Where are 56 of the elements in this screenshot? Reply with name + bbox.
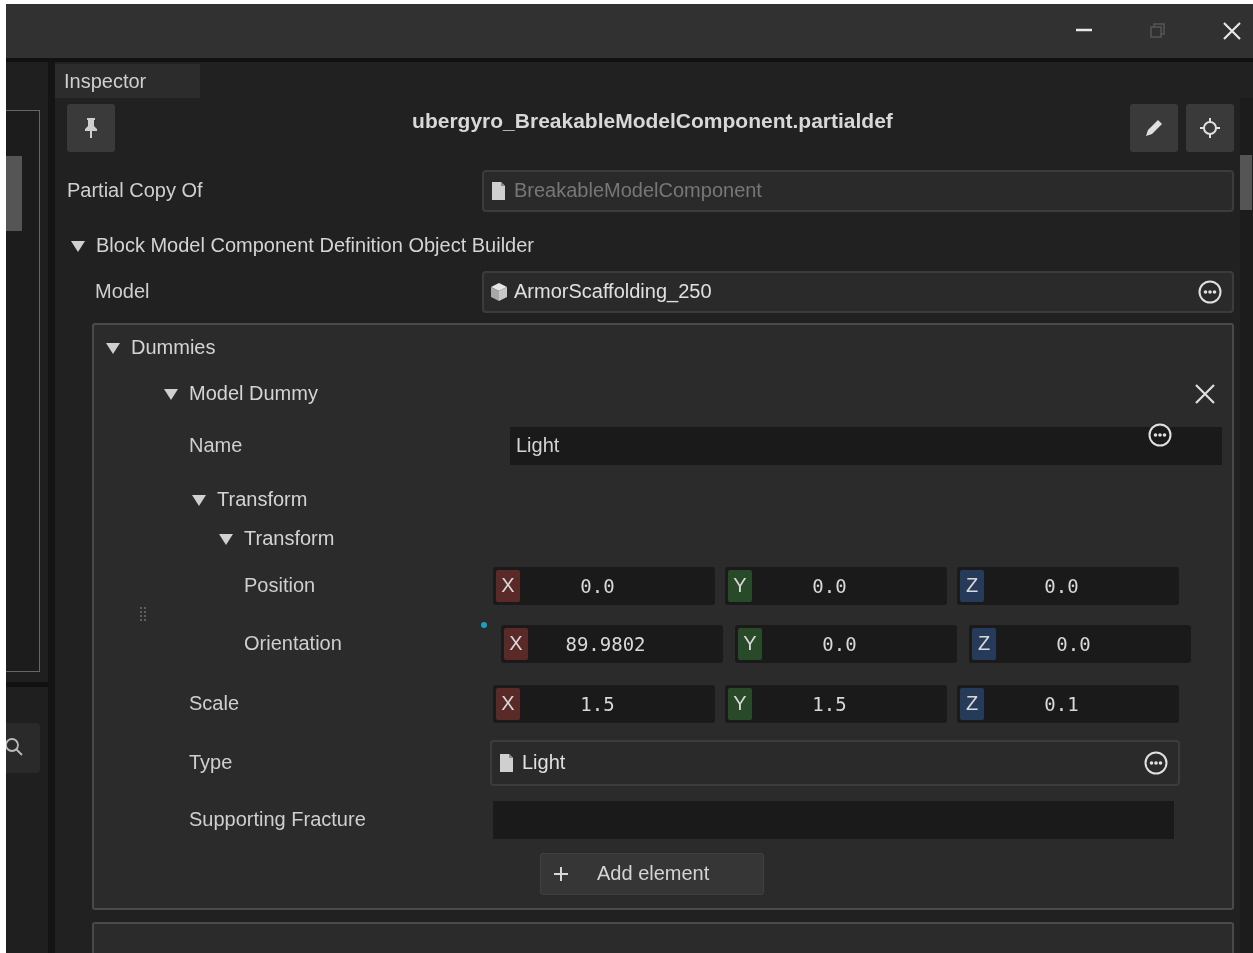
axis-label: X: [496, 687, 520, 720]
section-header: Transform: [217, 488, 308, 511]
close-icon[interactable]: [1221, 20, 1243, 42]
document-title: ubergyro_BreakableModelComponent.partialdef: [411, 108, 894, 133]
number-field[interactable]: Y 1.5: [725, 684, 947, 723]
axis-label: Y: [728, 569, 752, 602]
section-header: Model Dummy: [189, 382, 318, 405]
axis-label: Y: [728, 687, 752, 720]
drag-handle-icon[interactable]: [140, 606, 146, 621]
field-label: Orientation: [244, 632, 343, 655]
number-field[interactable]: X 0.0: [493, 566, 715, 605]
add-element-button[interactable]: Add element: [540, 852, 764, 895]
document-icon: [498, 752, 516, 773]
section-header: Block Model Component Definition Object Builder: [96, 234, 534, 258]
field-label: Scale: [189, 692, 241, 715]
field-label: Supporting Fracture: [189, 808, 367, 831]
more-icon[interactable]: [1198, 279, 1222, 304]
axis-label: Z: [960, 687, 984, 720]
edit-button[interactable]: [1130, 104, 1178, 152]
pin-icon: [84, 117, 98, 139]
crosshair-icon: [1199, 117, 1221, 139]
number-field[interactable]: Z 0.0: [957, 566, 1179, 605]
field-label: Type: [189, 751, 234, 774]
field-label: Name: [189, 434, 244, 457]
scrollbar-thumb[interactable]: [1240, 155, 1252, 210]
number-field[interactable]: Y 0.0: [735, 624, 957, 663]
field-label: Model: [95, 280, 151, 304]
axis-label: Z: [960, 569, 984, 602]
axis-label: X: [496, 569, 520, 602]
cube-icon: [490, 281, 508, 302]
close-icon[interactable]: [1194, 382, 1216, 405]
section-header: Dummies: [131, 336, 216, 359]
number-field[interactable]: Z 0.1: [957, 684, 1179, 723]
text-field[interactable]: Light: [510, 426, 1222, 465]
more-icon[interactable]: [1148, 422, 1172, 447]
number-field[interactable]: X 89.9802: [501, 624, 723, 663]
asset-field[interactable]: ArmorScaffolding_250: [482, 270, 1234, 313]
axis-label: Y: [738, 627, 762, 660]
axis-label: X: [504, 627, 528, 660]
more-icon[interactable]: [1144, 750, 1168, 775]
field-label: Position: [244, 574, 317, 597]
section-header: Transform: [244, 527, 335, 550]
number-field[interactable]: Z 0.0: [969, 624, 1191, 663]
axis-label: Z: [972, 627, 996, 660]
pin-button[interactable]: [67, 104, 115, 152]
field-label: Partial Copy Of: [67, 179, 204, 202]
scrollbar-thumb[interactable]: [6, 156, 22, 231]
document-icon: [490, 180, 508, 201]
locate-button[interactable]: [1186, 104, 1234, 152]
pencil-icon: [1144, 118, 1164, 138]
search-button[interactable]: [6, 723, 40, 773]
number-field[interactable]: X 1.5: [493, 684, 715, 723]
plus-icon: [553, 865, 569, 882]
asset-field[interactable]: Light: [490, 739, 1180, 786]
number-field[interactable]: Y 0.0: [725, 566, 947, 605]
inspector-tab[interactable]: Inspector: [55, 64, 200, 98]
